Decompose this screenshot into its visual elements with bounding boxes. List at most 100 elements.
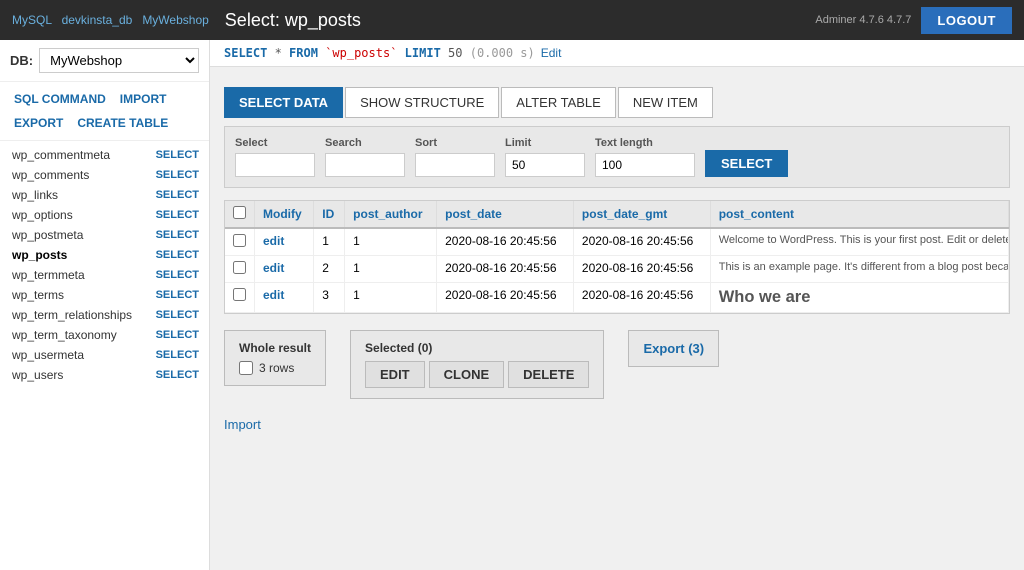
export-button[interactable]: EXPORT bbox=[10, 114, 67, 132]
filter-select-input[interactable] bbox=[235, 153, 315, 177]
table-name-wp-termmeta[interactable]: wp_termmeta bbox=[12, 268, 85, 282]
table-row: wp_term_relationships SELECT bbox=[0, 305, 209, 325]
tab-new-item[interactable]: NEW ITEM bbox=[618, 87, 713, 118]
table-select-wp-posts[interactable]: SELECT bbox=[156, 249, 199, 261]
row-checkbox[interactable] bbox=[233, 288, 246, 301]
table-name-wp-options[interactable]: wp_options bbox=[12, 208, 73, 222]
import-button[interactable]: IMPORT bbox=[116, 90, 171, 108]
row-post-author: 1 bbox=[345, 283, 437, 313]
table-name-wp-links[interactable]: wp_links bbox=[12, 188, 58, 202]
table-select-wp-term-taxonomy[interactable]: SELECT bbox=[156, 329, 199, 341]
th-id[interactable]: ID bbox=[314, 201, 345, 228]
table-name-wp-comments[interactable]: wp_comments bbox=[12, 168, 89, 182]
table-row: edit 1 1 2020-08-16 20:45:56 2020-08-16 … bbox=[225, 228, 1009, 256]
row-id: 2 bbox=[314, 256, 345, 283]
db-label: DB: bbox=[10, 53, 33, 68]
table-name-wp-terms[interactable]: wp_terms bbox=[12, 288, 64, 302]
th-post-date[interactable]: post_date bbox=[437, 201, 574, 228]
row-checkbox[interactable] bbox=[233, 234, 246, 247]
th-modify: Modify bbox=[255, 201, 314, 228]
clone-button[interactable]: CLONE bbox=[429, 361, 505, 388]
table-name-wp-usermeta[interactable]: wp_usermeta bbox=[12, 348, 84, 362]
filter-sort-input[interactable] bbox=[415, 153, 495, 177]
filter-textlength-col: Text length bbox=[595, 137, 695, 177]
table-select-wp-options[interactable]: SELECT bbox=[156, 209, 199, 221]
export-box: Export (3) bbox=[628, 330, 719, 367]
data-table: Modify ID post_author post_date post_dat… bbox=[225, 201, 1009, 313]
logout-button[interactable]: LOGOUT bbox=[921, 7, 1012, 34]
db-selector: DB: MyWebshop bbox=[0, 40, 209, 82]
row-checkbox[interactable] bbox=[233, 261, 246, 274]
table-row: wp_termmeta SELECT bbox=[0, 265, 209, 285]
version-text: Adminer 4.7.6 4.7.7 bbox=[815, 14, 911, 26]
tab-show-structure[interactable]: SHOW STRUCTURE bbox=[345, 87, 499, 118]
table-select-wp-term-relationships[interactable]: SELECT bbox=[156, 309, 199, 321]
filter-textlength-input[interactable] bbox=[595, 153, 695, 177]
export-link[interactable]: Export (3) bbox=[643, 341, 704, 356]
table-select-wp-termmeta[interactable]: SELECT bbox=[156, 269, 199, 281]
row-post-author: 1 bbox=[345, 228, 437, 256]
row-edit-link[interactable]: edit bbox=[263, 234, 284, 248]
sql-command-button[interactable]: SQL COMMAND bbox=[10, 90, 110, 108]
select-all-checkbox[interactable] bbox=[233, 206, 246, 219]
th-post-date-gmt[interactable]: post_date_gmt bbox=[573, 201, 710, 228]
filter-limit-input[interactable] bbox=[505, 153, 585, 177]
query-keyword-from: FROM bbox=[289, 46, 318, 60]
tab-alter-table[interactable]: ALTER TABLE bbox=[501, 87, 616, 118]
edit-button[interactable]: EDIT bbox=[365, 361, 425, 388]
filter-search-input[interactable] bbox=[325, 153, 405, 177]
filter-select-button[interactable]: SELECT bbox=[705, 150, 788, 177]
nav-mywebshop[interactable]: MyWebshop bbox=[142, 13, 208, 27]
create-table-button[interactable]: CREATE TABLE bbox=[73, 114, 172, 132]
table-name-wp-users[interactable]: wp_users bbox=[12, 368, 63, 382]
table-row: wp_links SELECT bbox=[0, 185, 209, 205]
table-select-wp-postmeta[interactable]: SELECT bbox=[156, 229, 199, 241]
filter-limit-col: Limit bbox=[505, 137, 585, 177]
page-title: Select: wp_posts bbox=[225, 10, 361, 31]
import-link[interactable]: Import bbox=[224, 417, 261, 432]
table-select-wp-comments[interactable]: SELECT bbox=[156, 169, 199, 181]
top-bar-nav: MySQL devkinsta_db MyWebshop Select: wp_… bbox=[12, 10, 361, 31]
query-text: SELECT * FROM `wp_posts` LIMIT 50 (0.000… bbox=[224, 46, 535, 60]
th-post-author[interactable]: post_author bbox=[345, 201, 437, 228]
table-select-wp-terms[interactable]: SELECT bbox=[156, 289, 199, 301]
tab-bar: SELECT DATA SHOW STRUCTURE ALTER TABLE N… bbox=[224, 87, 1010, 118]
sidebar-actions: SQL COMMAND IMPORT EXPORT CREATE TABLE bbox=[0, 82, 209, 141]
whole-result-row: 3 rows bbox=[239, 361, 311, 375]
table-name-wp-postmeta[interactable]: wp_postmeta bbox=[12, 228, 83, 242]
th-post-content[interactable]: post_content bbox=[710, 201, 1008, 228]
top-bar: MySQL devkinsta_db MyWebshop Select: wp_… bbox=[0, 0, 1024, 40]
whole-result-checkbox[interactable] bbox=[239, 361, 253, 375]
nav-devkinsta[interactable]: devkinsta_db bbox=[62, 13, 133, 27]
table-select-wp-usermeta[interactable]: SELECT bbox=[156, 349, 199, 361]
filter-textlength-label: Text length bbox=[595, 137, 695, 149]
table-row: wp_posts SELECT bbox=[0, 245, 209, 265]
query-edit-link[interactable]: Edit bbox=[541, 46, 562, 60]
table-name-wp-term-taxonomy[interactable]: wp_term_taxonomy bbox=[12, 328, 117, 342]
table-row: wp_usermeta SELECT bbox=[0, 345, 209, 365]
row-edit-link[interactable]: edit bbox=[263, 261, 284, 275]
db-select[interactable]: MyWebshop bbox=[39, 48, 199, 73]
query-timing: (0.000 s) bbox=[470, 46, 535, 60]
row-edit-link[interactable]: edit bbox=[263, 288, 284, 302]
query-table: `wp_posts` bbox=[325, 46, 404, 60]
filter-select-col: Select bbox=[235, 137, 315, 177]
table-name-wp-commentmeta[interactable]: wp_commentmeta bbox=[12, 148, 110, 162]
row-post-author: 1 bbox=[345, 256, 437, 283]
whole-result-box: Whole result 3 rows bbox=[224, 330, 326, 386]
table-select-wp-commentmeta[interactable]: SELECT bbox=[156, 149, 199, 161]
table-select-wp-users[interactable]: SELECT bbox=[156, 369, 199, 381]
nav-mysql[interactable]: MySQL bbox=[12, 13, 52, 27]
table-name-wp-posts[interactable]: wp_posts bbox=[12, 248, 67, 262]
bottom-bar: Whole result 3 rows Selected (0) EDIT CL… bbox=[224, 324, 1010, 405]
row-post-date: 2020-08-16 20:45:56 bbox=[437, 256, 574, 283]
filter-sort-col: Sort bbox=[415, 137, 495, 177]
table-row: wp_term_taxonomy SELECT bbox=[0, 325, 209, 345]
table-select-wp-links[interactable]: SELECT bbox=[156, 189, 199, 201]
table-row: edit 2 1 2020-08-16 20:45:56 2020-08-16 … bbox=[225, 256, 1009, 283]
row-post-date: 2020-08-16 20:45:56 bbox=[437, 283, 574, 313]
table-row: wp_postmeta SELECT bbox=[0, 225, 209, 245]
tab-select-data[interactable]: SELECT DATA bbox=[224, 87, 343, 118]
table-name-wp-term-relationships[interactable]: wp_term_relationships bbox=[12, 308, 132, 322]
delete-button[interactable]: DELETE bbox=[508, 361, 589, 388]
